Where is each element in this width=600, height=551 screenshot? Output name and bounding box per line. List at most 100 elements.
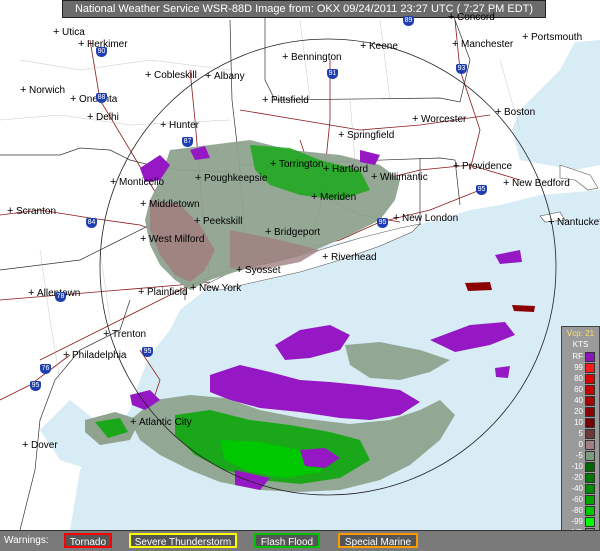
warnings-label: Warnings: — [4, 535, 49, 546]
legend-color-swatch — [585, 439, 595, 450]
city-label: Philadelphia — [63, 349, 126, 361]
legend-row: 60 — [562, 384, 599, 395]
interstate-shield-icon: 84 — [86, 218, 97, 228]
city-label: Syosset — [236, 264, 280, 276]
legend-value-label: 80 — [574, 374, 583, 383]
interstate-shield-icon: 88 — [96, 93, 107, 103]
city-label: Peekskill — [194, 215, 243, 227]
legend-color-swatch — [585, 351, 595, 362]
city-label: Worcester — [412, 113, 466, 125]
legend-color-swatch — [585, 516, 595, 527]
interstate-shield-icon: 95 — [476, 185, 487, 195]
city-label: Monticello — [110, 176, 164, 188]
legend-rows: RF99806040201050-5-10-20-40-60-80-99ND — [562, 351, 599, 538]
legend-row: 40 — [562, 395, 599, 406]
interstate-shield-icon: 95 — [30, 381, 41, 391]
city-label: Albany — [205, 70, 244, 82]
legend-row: -99 — [562, 516, 599, 527]
legend-value-label: -40 — [571, 484, 583, 493]
legend-value-label: -20 — [571, 473, 583, 482]
legend-value-label: 20 — [574, 407, 583, 416]
legend-value-label: -10 — [571, 462, 583, 471]
legend-color-swatch — [585, 373, 595, 384]
legend-value-label: -99 — [571, 517, 583, 526]
city-label: Herkimer — [78, 38, 127, 50]
legend-value-label: 99 — [574, 363, 583, 372]
legend-color-swatch — [585, 461, 595, 472]
city-label: New York — [190, 282, 241, 294]
legend-row: -80 — [562, 505, 599, 516]
city-label: Torrington — [270, 158, 324, 170]
legend-value-label: -60 — [571, 495, 583, 504]
city-label: New London — [393, 212, 458, 224]
legend-row: 10 — [562, 417, 599, 428]
interstate-shield-icon: 89 — [403, 16, 414, 26]
city-label: Bennington — [282, 51, 342, 63]
city-label: New Bedford — [503, 177, 570, 189]
legend-row: -40 — [562, 483, 599, 494]
legend-color-swatch — [585, 505, 595, 516]
legend-row: 99 — [562, 362, 599, 373]
city-label: Concord — [448, 11, 495, 23]
legend-row: -5 — [562, 450, 599, 461]
legend-vcp: Vcp: 21 — [566, 329, 595, 338]
warning-severe-thunderstorm-button[interactable]: Severe Thunderstorm — [129, 533, 237, 548]
legend-value-label: -5 — [575, 451, 583, 460]
city-label: Norwich — [20, 84, 65, 96]
city-label: Trenton — [103, 328, 146, 340]
warning-special-marine-button[interactable]: Special Marine — [338, 533, 418, 548]
legend-value-label: 60 — [574, 385, 583, 394]
legend-color-swatch — [585, 494, 595, 505]
legend-color-swatch — [585, 406, 595, 417]
interstate-shield-icon: 91 — [327, 69, 338, 79]
city-label: Dover — [22, 439, 58, 451]
legend-color-swatch — [585, 362, 595, 373]
legend-color-swatch — [585, 384, 595, 395]
interstate-shield-icon: 87 — [182, 137, 193, 147]
city-label: Riverhead — [322, 251, 377, 263]
city-label: Middletown — [140, 198, 200, 210]
legend-row: -60 — [562, 494, 599, 505]
city-label: Plainfield — [138, 286, 188, 298]
legend-row: 20 — [562, 406, 599, 417]
city-label: West Milford — [140, 233, 204, 245]
city-label: Pittsfield — [262, 94, 309, 106]
legend-color-swatch — [585, 395, 595, 406]
warning-flash-flood-button[interactable]: Flash Flood — [254, 533, 320, 548]
legend-color-swatch — [585, 450, 595, 461]
city-label: Providence — [453, 160, 512, 172]
legend-row: RF — [562, 351, 599, 362]
city-label: Bridgeport — [265, 226, 320, 238]
legend-value-label: 5 — [578, 429, 583, 438]
city-label: Poughkeepsie — [195, 172, 267, 184]
legend-value-label: 40 — [574, 396, 583, 405]
city-label: Boston — [495, 106, 535, 118]
interstate-shield-icon: 78 — [55, 292, 66, 302]
city-label: Keene — [360, 40, 398, 52]
legend-row: -20 — [562, 472, 599, 483]
city-label: Meriden — [311, 191, 356, 203]
warning-tornado-button[interactable]: Tornado — [64, 533, 112, 548]
interstate-shield-icon: 90 — [96, 47, 107, 57]
legend-row: 80 — [562, 373, 599, 384]
legend-color-swatch — [585, 417, 595, 428]
city-label: Cobleskill — [145, 69, 197, 81]
city-label: Nantucket — [548, 216, 600, 228]
legend-row: 5 — [562, 428, 599, 439]
legend-value-label: 10 — [574, 418, 583, 427]
legend-value-label: -80 — [571, 506, 583, 515]
city-label: Willimantic — [371, 171, 428, 183]
city-label: Utica — [53, 26, 85, 38]
city-label: Portsmouth — [522, 31, 582, 43]
warnings-bar: Warnings: Tornado Severe Thunderstorm Flas… — [0, 530, 600, 551]
legend-value-label: RF — [572, 352, 583, 361]
interstate-shield-icon: 95 — [377, 218, 388, 228]
city-label: Hunter — [160, 119, 199, 131]
legend-row: 0 — [562, 439, 599, 450]
city-label: Scranton — [7, 205, 56, 217]
legend-row: -10 — [562, 461, 599, 472]
city-label: Hartford — [323, 163, 368, 175]
legend-units: KTS — [572, 340, 589, 349]
legend-color-swatch — [585, 483, 595, 494]
city-label: Atlantic City — [130, 416, 192, 428]
